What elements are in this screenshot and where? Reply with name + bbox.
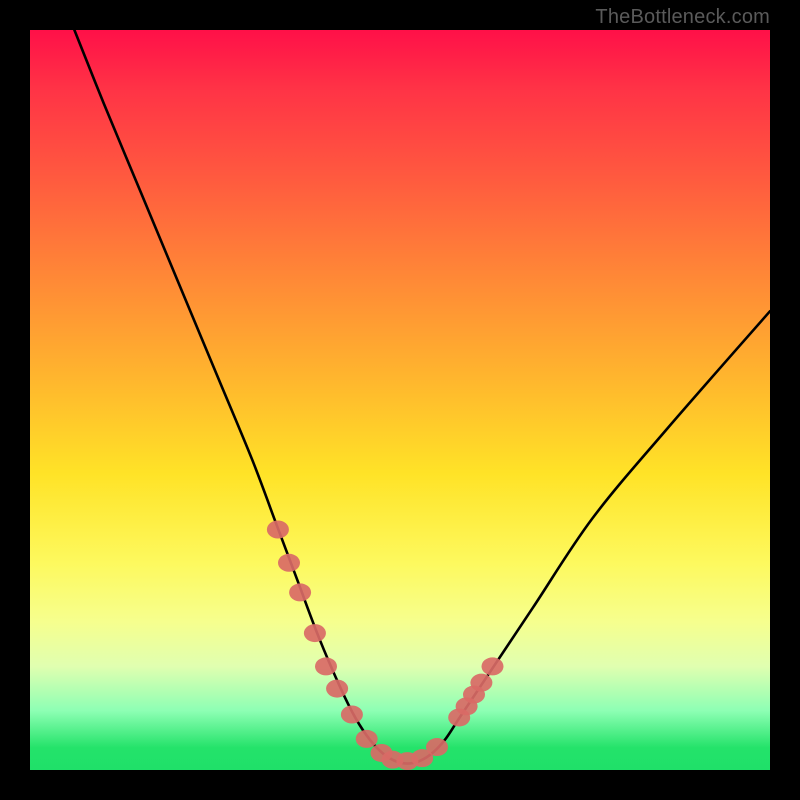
- chart-frame: TheBottleneck.com: [0, 0, 800, 800]
- highlighted-point: [426, 738, 448, 756]
- bottleneck-curve-line: [74, 30, 770, 764]
- highlighted-point: [315, 657, 337, 675]
- watermark-text: TheBottleneck.com: [595, 6, 770, 29]
- highlighted-point: [341, 706, 363, 724]
- highlighted-point: [470, 674, 492, 692]
- highlighted-point: [482, 657, 504, 675]
- highlighted-point: [278, 554, 300, 572]
- highlighted-point: [356, 730, 378, 748]
- highlighted-point: [267, 521, 289, 539]
- plot-area: [30, 30, 770, 770]
- highlighted-point: [326, 680, 348, 698]
- bottleneck-chart-svg: [30, 30, 770, 770]
- highlighted-point: [289, 583, 311, 601]
- highlighted-points-group: [267, 521, 504, 771]
- highlighted-point: [304, 624, 326, 642]
